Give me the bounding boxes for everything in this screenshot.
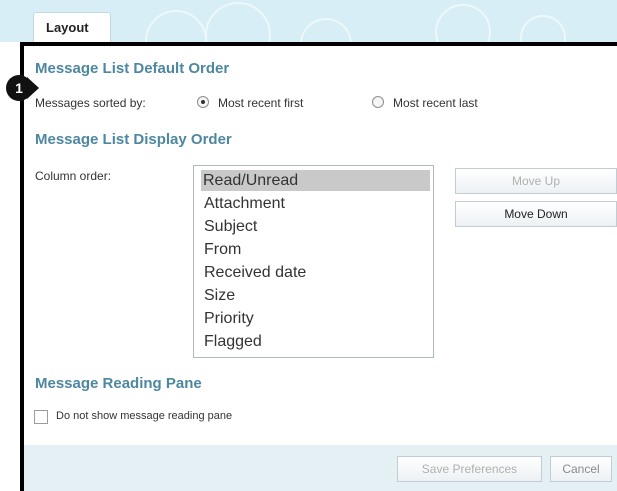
section-title-reading-pane: Message Reading Pane xyxy=(35,375,202,392)
tab-layout[interactable]: Layout xyxy=(33,12,111,42)
list-item-subject[interactable]: Subject xyxy=(202,216,431,237)
list-item-priority[interactable]: Priority xyxy=(202,308,431,329)
cancel-button[interactable]: Cancel xyxy=(550,456,612,482)
decorative-circle xyxy=(145,10,207,42)
reading-pane-checkbox[interactable] xyxy=(34,410,48,424)
move-up-button[interactable]: Move Up xyxy=(455,168,617,194)
list-item-received-date[interactable]: Received date xyxy=(202,262,431,283)
section-title-default-order: Message List Default Order xyxy=(35,60,230,77)
decorative-flower xyxy=(205,2,271,42)
column-order-label: Column order: xyxy=(35,169,112,183)
list-item-flagged[interactable]: Flagged xyxy=(202,331,431,352)
list-item-read-unread[interactable]: Read/Unread xyxy=(201,170,430,191)
decorative-circle xyxy=(300,18,352,42)
tab-label: Layout xyxy=(46,20,89,35)
annotation-arrow-icon xyxy=(27,77,39,99)
move-down-button[interactable]: Move Down xyxy=(455,201,617,227)
radio-most-recent-first[interactable] xyxy=(197,96,209,108)
sort-label: Messages sorted by: xyxy=(35,96,146,110)
radio-label-most-recent-last[interactable]: Most recent last xyxy=(393,96,478,110)
list-item-attachment[interactable]: Attachment xyxy=(202,193,431,214)
save-preferences-button[interactable]: Save Preferences xyxy=(397,456,542,482)
section-title-display-order: Message List Display Order xyxy=(35,131,232,148)
decorative-flower xyxy=(435,4,491,42)
list-item-from[interactable]: From xyxy=(202,239,431,260)
decorative-circle xyxy=(520,15,566,42)
radio-label-most-recent-first[interactable]: Most recent first xyxy=(218,96,303,110)
radio-most-recent-last[interactable] xyxy=(372,96,384,108)
list-item-size[interactable]: Size xyxy=(202,285,431,306)
header-banner: Layout xyxy=(0,0,617,42)
reading-pane-checkbox-label[interactable]: Do not show message reading pane xyxy=(56,410,232,422)
column-order-listbox[interactable]: Read/Unread Attachment Subject From Rece… xyxy=(193,165,434,358)
